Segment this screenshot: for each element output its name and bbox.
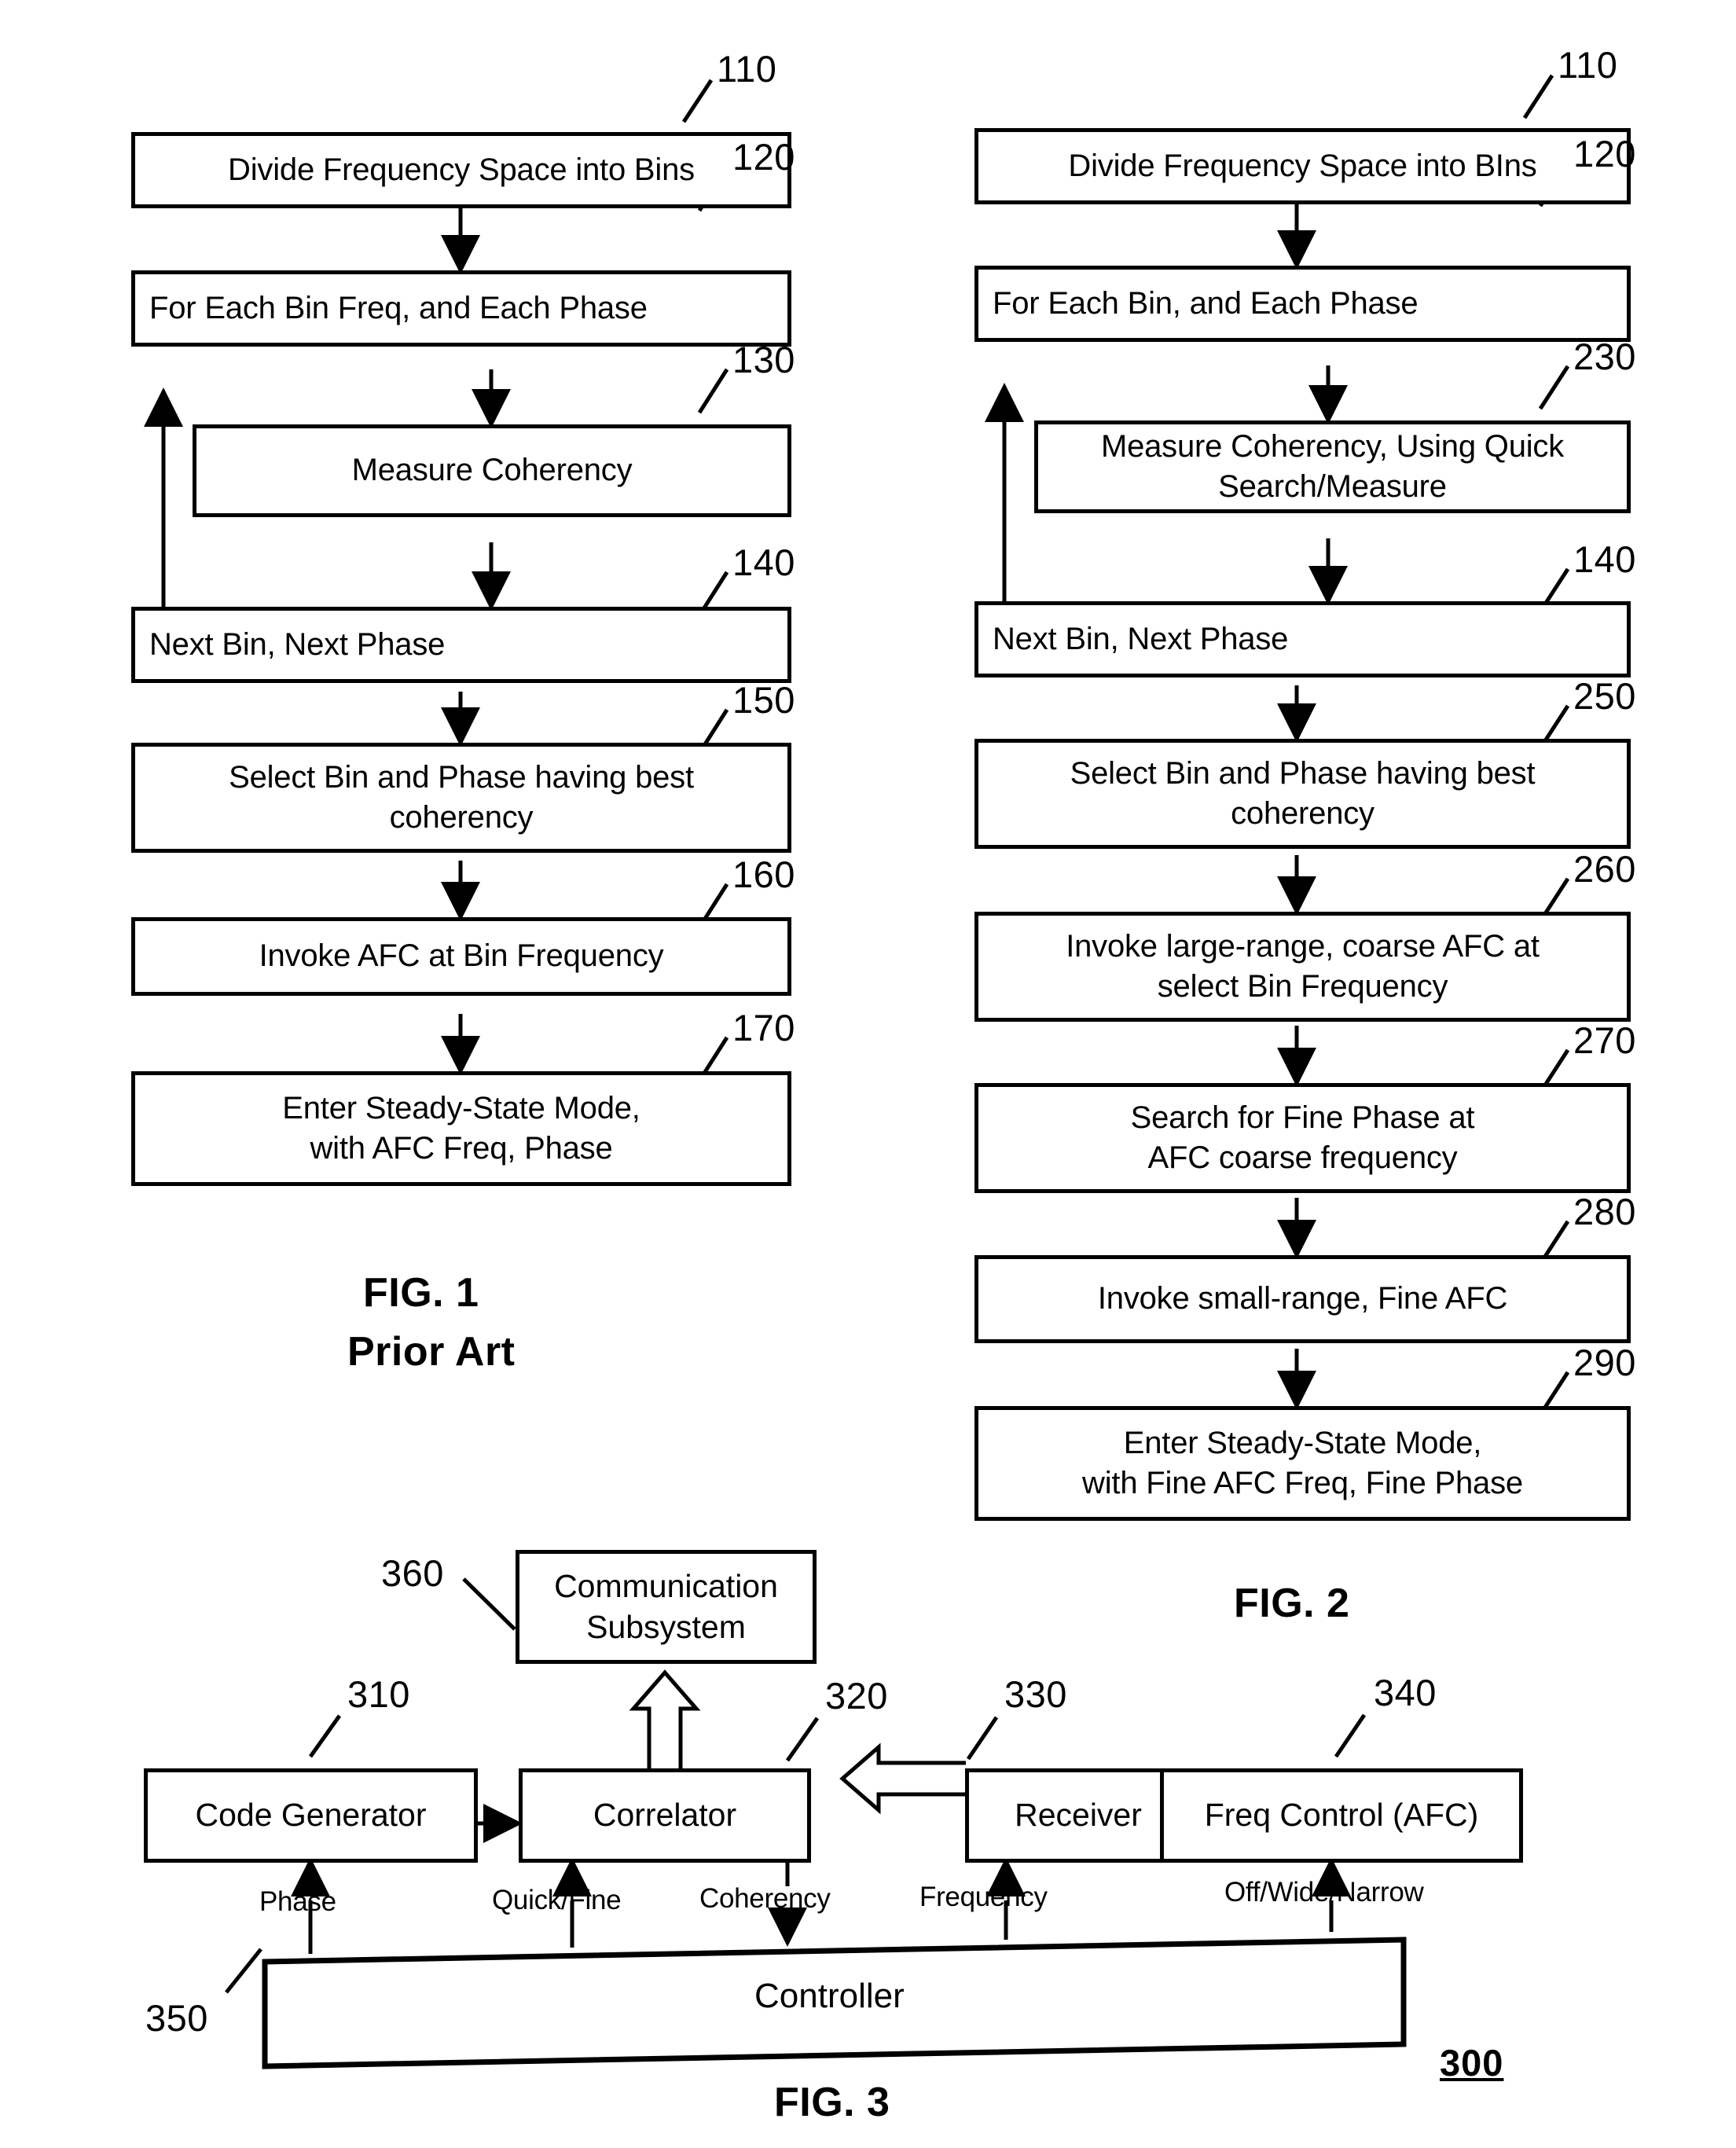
fig1-caption-line1: FIG. 1 bbox=[363, 1270, 479, 1316]
fig3-ref-310: 310 bbox=[347, 1673, 410, 1715]
fig3-ref-320: 320 bbox=[825, 1675, 888, 1717]
fig2-ref-230: 230 bbox=[1573, 336, 1636, 377]
fig2-step-270-line1: Search for Fine Phase at bbox=[1130, 1100, 1475, 1135]
fig2-step-260-line1: Invoke large-range, coarse AFC at bbox=[1066, 928, 1540, 964]
fig2-step-120: For Each Bin, and Each Phase bbox=[974, 266, 1631, 342]
fig2-ref-110: 110 bbox=[1558, 44, 1618, 86]
fig3-block-controller-label: Controller bbox=[754, 1977, 905, 2015]
fig1-step-150-label: Select Bin and Phase having best coheren… bbox=[146, 758, 776, 838]
fig2-step-120-label: For Each Bin, and Each Phase bbox=[993, 285, 1419, 321]
fig2-step-270-label: Search for Fine Phase at AFC coarse freq… bbox=[989, 1098, 1616, 1178]
fig3-block-communication-subsystem-label: Communication Subsystem bbox=[554, 1566, 778, 1647]
fig2-step-250-label: Select Bin and Phase having best coheren… bbox=[989, 754, 1616, 834]
fig1-step-120: For Each Bin Freq, and Each Phase bbox=[131, 270, 791, 347]
fig2-step-230-line1: Measure Coherency, Using Quick bbox=[1100, 428, 1565, 464]
fig2-ref-270: 270 bbox=[1573, 1019, 1636, 1061]
fig3-signal-quick-fine: Quick/Fine bbox=[492, 1885, 622, 1915]
fig2-step-230-line2: Search/Measure bbox=[1218, 469, 1447, 504]
fig3-caption: FIG. 3 bbox=[774, 2080, 890, 2125]
fig3-ref-330: 330 bbox=[1004, 1673, 1067, 1715]
fig2-step-140-label: Next Bin, Next Phase bbox=[993, 621, 1289, 656]
patent-figure-sheet: Divide Frequency Space into Bins 110 For… bbox=[0, 0, 1736, 2148]
fig1-step-120-label: For Each Bin Freq, and Each Phase bbox=[149, 290, 648, 325]
fig1-step-130-label: Measure Coherency bbox=[351, 453, 633, 488]
fig3-ref-350: 350 bbox=[145, 1997, 208, 2039]
fig3-comm-line2: Subsystem bbox=[586, 1608, 746, 1645]
fig3-block-correlator: Correlator bbox=[519, 1768, 811, 1863]
fig3-block-correlator-label: Correlator bbox=[593, 1797, 737, 1834]
fig1-step-170-line2: with AFC Freq, Phase bbox=[310, 1131, 613, 1166]
fig2-ref-290: 290 bbox=[1573, 1342, 1636, 1383]
fig3-block-freq-control: Freq Control (AFC) bbox=[1160, 1768, 1523, 1863]
fig2-step-270: Search for Fine Phase at AFC coarse freq… bbox=[974, 1083, 1631, 1193]
fig2-step-280: Invoke small-range, Fine AFC bbox=[974, 1255, 1631, 1343]
fig1-step-110-label: Divide Frequency Space into Bins bbox=[228, 152, 695, 187]
fig1-ref-140: 140 bbox=[732, 542, 795, 583]
fig2-step-290: Enter Steady-State Mode, with Fine AFC F… bbox=[974, 1406, 1631, 1521]
fig1-step-140: Next Bin, Next Phase bbox=[131, 607, 791, 683]
fig3-ref-360: 360 bbox=[381, 1552, 444, 1594]
fig2-ref-120: 120 bbox=[1573, 133, 1636, 174]
fig2-step-250-line1: Select Bin and Phase having best bbox=[1070, 755, 1536, 791]
fig1-step-110: Divide Frequency Space into Bins bbox=[131, 132, 791, 208]
fig3-signal-phase: Phase bbox=[259, 1886, 336, 1917]
fig1-ref-120: 120 bbox=[732, 136, 795, 178]
fig2-ref-260: 260 bbox=[1573, 848, 1636, 890]
fig1-ref-110: 110 bbox=[717, 48, 777, 90]
fig1-step-150-line2: coherency bbox=[389, 800, 534, 835]
fig1-step-170-line1: Enter Steady-State Mode, bbox=[282, 1090, 640, 1125]
fig2-step-280-label: Invoke small-range, Fine AFC bbox=[1097, 1281, 1508, 1316]
fig1-step-160: Invoke AFC at Bin Frequency bbox=[131, 917, 791, 996]
fig2-caption: FIG. 2 bbox=[1234, 1581, 1350, 1626]
fig3-block-freq-control-label: Freq Control (AFC) bbox=[1204, 1797, 1479, 1834]
fig1-ref-160: 160 bbox=[732, 854, 795, 895]
fig2-step-250-line2: coherency bbox=[1231, 796, 1374, 831]
fig3-block-code-generator-label: Code Generator bbox=[195, 1797, 427, 1834]
fig3-block-receiver-label: Receiver bbox=[1015, 1797, 1142, 1834]
fig1-step-160-label: Invoke AFC at Bin Frequency bbox=[259, 938, 664, 974]
fig1-step-150: Select Bin and Phase having best coheren… bbox=[131, 743, 791, 853]
fig3-block-code-generator: Code Generator bbox=[144, 1768, 478, 1863]
fig3-ref-340: 340 bbox=[1374, 1672, 1437, 1713]
fig2-ref-280: 280 bbox=[1573, 1191, 1636, 1232]
fig2-step-250: Select Bin and Phase having best coheren… bbox=[974, 739, 1631, 849]
fig1-step-130: Measure Coherency bbox=[193, 424, 791, 517]
fig1-ref-130: 130 bbox=[732, 339, 795, 380]
fig2-step-290-line2: with Fine AFC Freq, Fine Phase bbox=[1082, 1466, 1523, 1500]
fig2-step-230: Measure Coherency, Using Quick Search/Me… bbox=[1034, 420, 1631, 513]
fig2-step-230-label: Measure Coherency, Using Quick Search/Me… bbox=[1049, 427, 1616, 507]
fig2-step-290-line1: Enter Steady-State Mode, bbox=[1123, 1425, 1482, 1460]
fig1-ref-150: 150 bbox=[732, 679, 795, 721]
fig1-caption-line2: Prior Art bbox=[347, 1329, 516, 1375]
fig1-ref-170: 170 bbox=[732, 1007, 795, 1048]
fig2-step-270-line2: AFC coarse frequency bbox=[1147, 1140, 1458, 1175]
fig3-block-receiver: Receiver bbox=[965, 1768, 1191, 1863]
fig2-step-260-line2: select Bin Frequency bbox=[1157, 969, 1448, 1004]
fig2-step-260: Invoke large-range, coarse AFC at select… bbox=[974, 912, 1631, 1022]
fig1-step-170: Enter Steady-State Mode, with AFC Freq, … bbox=[131, 1071, 791, 1186]
fig3-block-communication-subsystem: Communication Subsystem bbox=[516, 1550, 817, 1664]
fig2-step-110: Divide Frequency Space into BIns bbox=[974, 128, 1631, 204]
fig3-ref-300: 300 bbox=[1440, 2042, 1504, 2084]
fig2-step-140: Next Bin, Next Phase bbox=[974, 601, 1631, 677]
fig1-step-140-label: Next Bin, Next Phase bbox=[149, 626, 446, 662]
fig3-signal-off-wide-narrow: Off/Wide/Narrow bbox=[1224, 1877, 1424, 1907]
fig1-step-170-label: Enter Steady-State Mode, with AFC Freq, … bbox=[146, 1089, 776, 1169]
fig3-signal-coherency: Coherency bbox=[699, 1883, 831, 1914]
fig1-step-150-line1: Select Bin and Phase having best bbox=[229, 759, 694, 795]
fig3-signal-frequency: Frequency bbox=[919, 1882, 1048, 1912]
fig2-ref-250: 250 bbox=[1573, 675, 1636, 717]
fig2-step-290-label: Enter Steady-State Mode, with Fine AFC F… bbox=[989, 1423, 1616, 1504]
fig2-step-260-label: Invoke large-range, coarse AFC at select… bbox=[989, 927, 1616, 1007]
fig2-step-110-label: Divide Frequency Space into BIns bbox=[1068, 148, 1537, 183]
fig3-comm-line1: Communication bbox=[554, 1568, 778, 1605]
fig2-ref-140: 140 bbox=[1573, 538, 1636, 580]
